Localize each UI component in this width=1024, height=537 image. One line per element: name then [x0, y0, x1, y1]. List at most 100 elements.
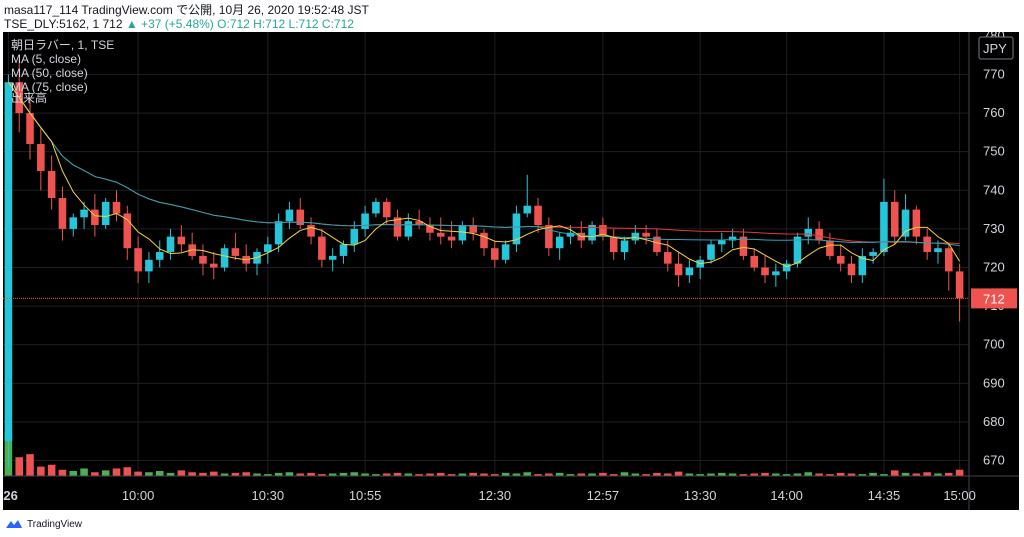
- currency-label: JPY: [983, 41, 1007, 56]
- brand-label: TradingView: [27, 518, 83, 530]
- candle: [685, 259, 694, 283]
- volume-bar: [15, 457, 23, 476]
- candle: [199, 244, 207, 276]
- volume-bar: [145, 472, 153, 476]
- price-change: ▲ +37 (+5.48%): [125, 17, 214, 31]
- volume-bar: [523, 472, 532, 476]
- volume-bar: [112, 468, 121, 476]
- candle: [588, 221, 596, 245]
- candle: [469, 217, 477, 241]
- candle: [47, 155, 56, 210]
- y-tick-label: 690: [983, 375, 1005, 390]
- tradingview-logo[interactable]: TradingView: [5, 518, 82, 530]
- last-price-tag: 712: [971, 288, 1017, 309]
- candle: [858, 248, 867, 283]
- volume-bar: [69, 471, 78, 476]
- candle: [901, 194, 910, 241]
- candle: [415, 209, 423, 229]
- candle: [134, 236, 142, 283]
- x-tick-label: 12:57: [587, 488, 620, 503]
- candle: [491, 240, 499, 268]
- volume-bar: [923, 472, 931, 476]
- volume-bar: [890, 470, 899, 476]
- x-tick-label: 14:00: [770, 488, 803, 503]
- candle: [404, 213, 413, 241]
- x-tick-label: 10:30: [252, 488, 285, 503]
- tradingview-icon: [6, 520, 22, 528]
- candlestick-chart[interactable]: 670680690700710720730740750760770780JPY7…: [3, 28, 1019, 510]
- symbol-ohlc-line: TSE_DLY:5162, 1 712 ▲ +37 (+5.48%) O:712…: [4, 17, 354, 31]
- candle: [372, 198, 380, 218]
- ma75-line: [7, 81, 960, 245]
- candle: [545, 217, 553, 256]
- volume-bar: [350, 472, 359, 476]
- y-tick-label: 730: [983, 221, 1005, 236]
- ma50-line: [7, 81, 960, 247]
- candle: [718, 232, 726, 253]
- candle: [642, 225, 650, 245]
- symbol-price: TSE_DLY:5162, 1 712: [4, 17, 123, 31]
- candle: [155, 240, 164, 268]
- volume-bar: [134, 471, 142, 476]
- candle: [480, 228, 488, 256]
- candle: [739, 228, 748, 260]
- volume-bar: [620, 472, 629, 476]
- ohlc-values: O:712 H:712 L:712 C:712: [217, 17, 354, 31]
- legend: 朝日ラバー, 1, TSE MA (5, close) MA (50, clos…: [11, 38, 114, 105]
- candle: [804, 217, 813, 245]
- x-tick-label: 14:35: [868, 488, 901, 503]
- candle: [696, 255, 704, 280]
- candle: [264, 236, 272, 264]
- candle: [707, 240, 715, 264]
- candle: [123, 205, 132, 260]
- candle: [101, 198, 110, 229]
- candle: [145, 252, 153, 283]
- candle: [112, 190, 121, 222]
- x-tick-label: 12:30: [479, 488, 512, 503]
- candle: [945, 244, 953, 291]
- publish-info: masa117_114 TradingView.com で公開, 10月 26,…: [4, 3, 369, 17]
- candle: [37, 128, 45, 191]
- volume-bar: [155, 471, 164, 476]
- chart-area[interactable]: 670680690700710720730740750760770780JPY7…: [3, 28, 1019, 510]
- candle: [847, 255, 856, 283]
- y-tick-label: 750: [983, 144, 1005, 159]
- currency-badge[interactable]: JPY: [978, 36, 1014, 60]
- candle: [599, 217, 607, 241]
- volume-bar: [37, 466, 45, 476]
- candle: [274, 213, 283, 253]
- volume-bar: [101, 470, 110, 476]
- candle: [955, 263, 964, 322]
- candle: [220, 244, 229, 272]
- volume-bar: [285, 472, 294, 476]
- y-tick-label: 720: [983, 260, 1005, 275]
- candle: [188, 232, 196, 260]
- y-tick-label: 700: [983, 337, 1005, 352]
- candle: [609, 228, 618, 260]
- x-tick-label: 10:55: [349, 488, 382, 503]
- candle: [307, 217, 315, 245]
- candle: [523, 174, 532, 218]
- x-tick-label: 10:00: [122, 488, 155, 503]
- candle: [296, 198, 305, 229]
- volume-bar: [242, 472, 250, 476]
- candle: [912, 205, 921, 245]
- legend-ma50: MA (50, close): [11, 66, 88, 80]
- x-tick-label: 13:30: [684, 488, 717, 503]
- volume-bar: [80, 468, 88, 476]
- x-tick-label: 26: [3, 488, 17, 503]
- volume-bar: [91, 472, 99, 476]
- legend-volume: 出来高: [11, 90, 47, 105]
- candle: [231, 232, 240, 260]
- candle: [80, 201, 88, 229]
- y-tick-label: 680: [983, 414, 1005, 429]
- candle: [318, 228, 326, 268]
- volume-bar: [123, 467, 132, 476]
- candle: [869, 248, 877, 264]
- candle: [4, 74, 13, 469]
- y-tick-label: 740: [983, 182, 1005, 197]
- volume-bar: [209, 471, 218, 476]
- last-price-label: 712: [983, 291, 1005, 306]
- legend-title: 朝日ラバー, 1, TSE: [11, 38, 114, 52]
- candle: [620, 236, 629, 260]
